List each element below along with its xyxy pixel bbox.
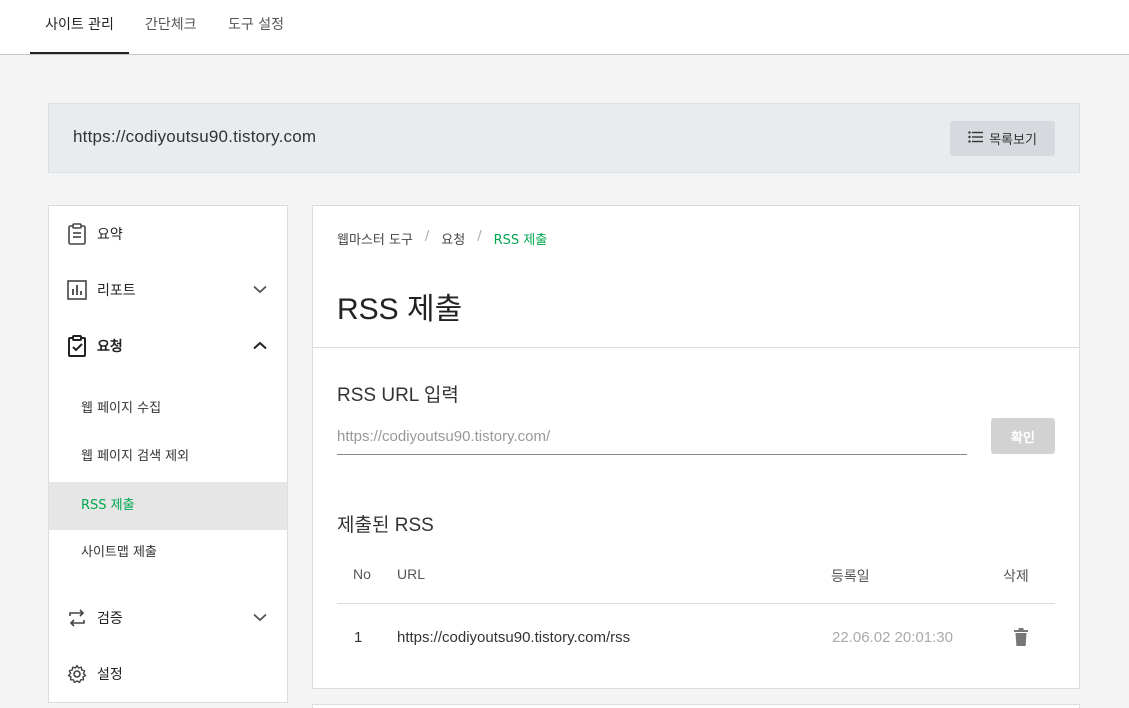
row-no: 1: [354, 629, 363, 646]
sidebar-item-report[interactable]: 리포트: [49, 262, 287, 318]
divider: [313, 347, 1079, 348]
breadcrumb-current: RSS 제출: [493, 233, 548, 248]
sidebar-subitem-sitemap-submit[interactable]: 사이트맵 제출: [49, 529, 287, 577]
row-date: 22.06.02 20:01:30: [832, 629, 953, 646]
column-header-delete: 삭제: [1003, 568, 1029, 584]
sidebar-item-label: 요청: [97, 339, 123, 355]
sidebar-item-label: 설정: [97, 667, 123, 683]
repeat-icon: [66, 607, 88, 629]
trash-icon[interactable]: [1014, 628, 1028, 650]
sidebar-subitem-web-page-exclude[interactable]: 웹 페이지 검색 제외: [49, 433, 287, 481]
list-view-label: 목록보기: [989, 133, 1037, 148]
tab-site-management[interactable]: 사이트 관리: [30, 0, 129, 54]
list-view-button[interactable]: 목록보기: [950, 121, 1055, 156]
rss-url-input[interactable]: [337, 419, 967, 455]
top-navigation: 사이트 관리 간단체크 도구 설정: [0, 0, 1129, 55]
chevron-up-icon: [253, 338, 267, 354]
sidebar-item-label: 요약: [97, 227, 123, 243]
sidebar: 요약 리포트 요청 웹 페이지 수집 웹 페이지 검색 제외 RSS 제출 사이…: [48, 205, 288, 703]
clipboard-check-icon: [66, 335, 88, 357]
site-header: https://codiyoutsu90.tistory.com 목록보기: [48, 103, 1080, 173]
table-divider: [337, 603, 1055, 604]
main-panel: 웹마스터 도구 / 요청 / RSS 제출 RSS 제출 RSS URL 입력 …: [312, 205, 1080, 689]
tab-quick-check[interactable]: 간단체크: [145, 0, 197, 54]
submitted-rss-title: 제출된 RSS: [337, 515, 434, 536]
sidebar-item-label: 리포트: [97, 283, 136, 299]
clipboard-icon: [66, 223, 88, 245]
chevron-down-icon: [253, 282, 267, 298]
list-icon: [968, 130, 984, 147]
rss-input-section-title: RSS URL 입력: [337, 385, 459, 406]
tab-tool-settings[interactable]: 도구 설정: [228, 0, 284, 54]
column-header-date: 등록일: [831, 568, 870, 584]
gear-icon: [66, 663, 88, 685]
bar-chart-icon: [66, 279, 88, 301]
site-url: https://codiyoutsu90.tistory.com: [73, 127, 317, 146]
next-card: [312, 704, 1080, 708]
chevron-down-icon: [253, 610, 267, 626]
breadcrumb: 웹마스터 도구 / 요청 / RSS 제출: [337, 229, 547, 248]
sidebar-item-request[interactable]: 요청: [49, 318, 287, 374]
breadcrumb-item[interactable]: 요청: [441, 229, 465, 248]
sidebar-item-settings[interactable]: 설정: [49, 646, 287, 702]
breadcrumb-item[interactable]: 웹마스터 도구: [337, 229, 413, 248]
sidebar-item-verify[interactable]: 검증: [49, 590, 287, 646]
breadcrumb-separator: /: [424, 229, 430, 244]
row-url: https://codiyoutsu90.tistory.com/rss: [397, 629, 631, 646]
sidebar-subitem-web-page-collect[interactable]: 웹 페이지 수집: [49, 385, 287, 433]
confirm-button[interactable]: 확인: [991, 418, 1055, 454]
sidebar-subitem-rss-submit[interactable]: RSS 제출: [49, 482, 287, 530]
page-title: RSS 제출: [337, 293, 463, 326]
breadcrumb-separator: /: [477, 229, 482, 244]
sidebar-item-label: 검증: [97, 611, 123, 627]
column-header-url: URL: [397, 566, 426, 582]
sidebar-item-summary[interactable]: 요약: [49, 206, 287, 262]
column-header-no: No: [353, 566, 371, 582]
